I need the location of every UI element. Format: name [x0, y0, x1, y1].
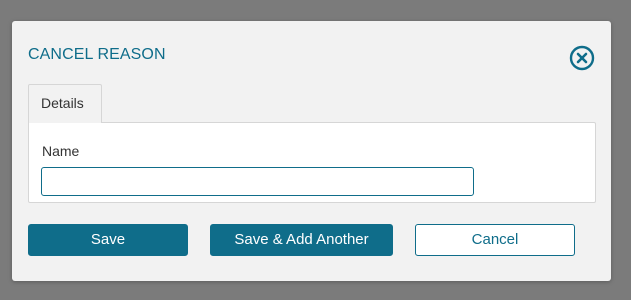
name-input[interactable] — [41, 167, 474, 196]
save-button[interactable]: Save — [28, 224, 188, 256]
save-and-add-another-button[interactable]: Save & Add Another — [210, 224, 393, 256]
cancel-reason-dialog: CANCEL REASON Details Name Save Save & A… — [12, 21, 611, 281]
cancel-button[interactable]: Cancel — [415, 224, 575, 256]
name-label: Name — [42, 143, 80, 159]
close-button[interactable] — [569, 45, 595, 71]
tab-details-label: Details — [41, 95, 84, 111]
details-panel: Name — [28, 122, 596, 203]
close-circle-icon — [569, 45, 595, 71]
dialog-title: CANCEL REASON — [28, 46, 166, 63]
tab-details[interactable]: Details — [28, 84, 102, 123]
